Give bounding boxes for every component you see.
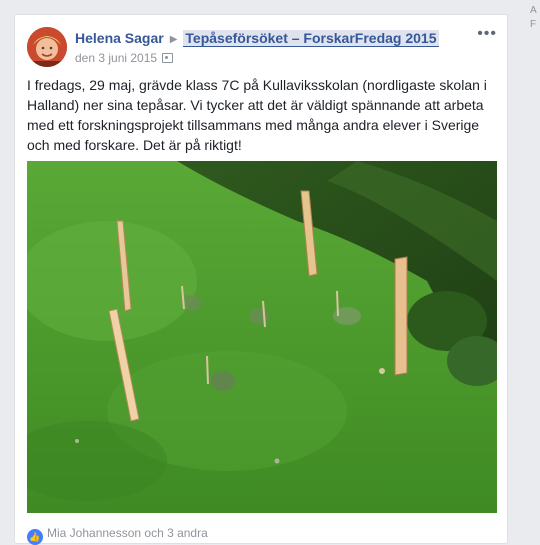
audience-icon[interactable] [162, 53, 174, 63]
right-sidebar-edge-text: A F [530, 5, 537, 30]
post-date[interactable]: den 3 juni 2015 [75, 51, 157, 65]
post-header: Helena Sagar ▶ Tepåseförsöket – ForskarFre… [75, 29, 439, 49]
author-avatar[interactable] [27, 27, 67, 67]
like-icon: 👍 [27, 529, 43, 545]
reactions-text: Mia Johannesson och 3 andra [47, 526, 208, 540]
arrow-right-icon: ▶ [169, 34, 178, 45]
post-meta: den 3 juni 2015 [75, 50, 174, 66]
group-link[interactable]: Tepåseförsöket – ForskarFredag 2015 [183, 30, 439, 47]
author-name[interactable]: Helena Sagar [75, 30, 164, 46]
reactions-summary[interactable]: 👍 Mia Johannesson och 3 andra [27, 525, 208, 545]
more-options-icon[interactable]: ••• [477, 25, 497, 43]
feed-post: Helena Sagar ▶ Tepåseförsöket – ForskarFre… [14, 14, 508, 545]
post-text: I fredags, 29 maj, grävde klass 7C på Ku… [27, 77, 487, 153]
post-photo[interactable] [27, 161, 497, 513]
